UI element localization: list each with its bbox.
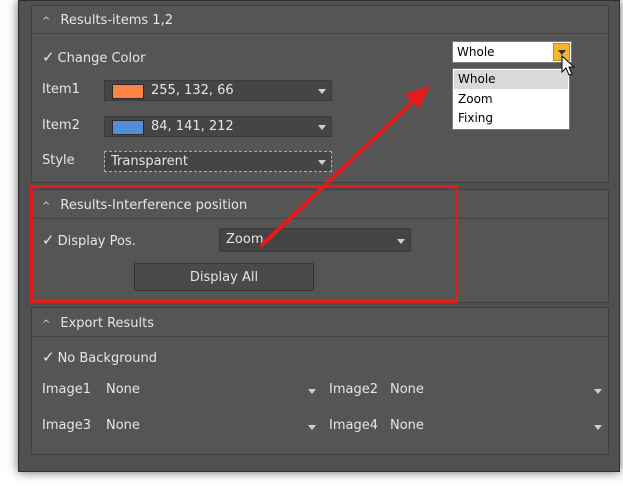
mouse-cursor-icon — [561, 54, 576, 76]
annotation-arrow-line — [260, 94, 421, 247]
annotation-overlay — [260, 54, 576, 247]
